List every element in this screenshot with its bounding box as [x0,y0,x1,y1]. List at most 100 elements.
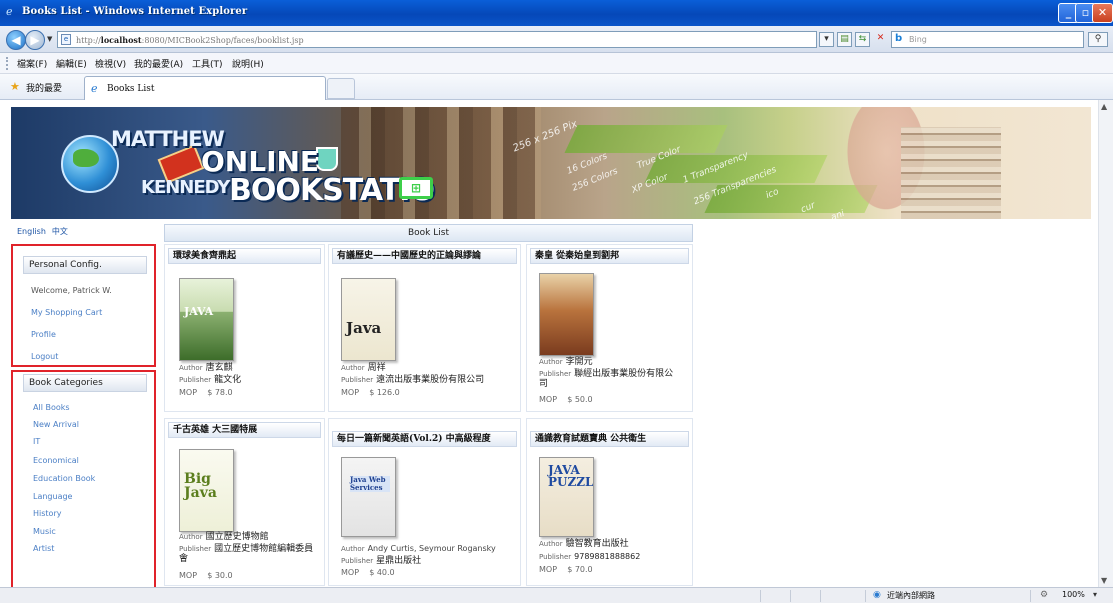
menu-view[interactable]: 檢視(V) [95,57,126,70]
logout-link[interactable]: Logout [31,352,58,361]
book-categories-title: Book Categories [23,374,147,392]
zoom-level[interactable]: 100% [1062,590,1085,599]
book-cover-image[interactable]: Java Web Services [341,457,396,537]
category-economical[interactable]: Economical [33,456,79,465]
book-title[interactable]: 千古英雄 大三國特展 [168,422,321,438]
book-title[interactable]: 通識教育試題寶典 公共衛生 [530,431,689,447]
lang-chinese-link[interactable]: 中文 [52,227,68,236]
book-price: MOP $ 70.0 [539,565,593,574]
search-input[interactable]: b Bing [891,31,1084,48]
category-education-book[interactable]: Education Book [33,474,95,483]
menu-edit[interactable]: 編輯(E) [56,57,87,70]
book-author: Author 驗智教育出版社 [539,539,629,549]
welcome-text: Welcome, Patrick W. [31,286,112,295]
personal-config-panel: Personal Config. Welcome, Patrick W. My … [11,244,156,367]
book-cover-image[interactable]: Java [341,278,396,361]
new-tab-button[interactable] [327,78,355,99]
globe-land [73,149,99,167]
book-card[interactable]: 通識教育試題寶典 公共衛生 JAVA PUZZLERS Author驗智教育出版… [526,418,693,586]
personal-config-title: Personal Config. [23,256,147,274]
book-card[interactable]: 千古英雄 大三國特展 Big Java Author 國立歷史博物館 Publis… [164,418,325,586]
book-cover-image[interactable]: JAVA PUZZLERS [539,457,594,537]
book-publisher: Publisher 龍文化 [179,375,242,385]
stop-icon[interactable]: ✕ [873,32,888,47]
menu-help[interactable]: 說明(H) [232,57,264,70]
close-button[interactable]: ✕ [1092,3,1113,23]
book-card[interactable]: 環球美食齊鼎起 JAVA Author 唐玄麒 Publisher 龍文化 MOP … [164,244,325,412]
category-artist[interactable]: Artist [33,544,54,553]
protected-mode-icon[interactable]: ⚙ [1040,590,1048,600]
book-price: MOP $ 50.0 [539,395,593,404]
back-button[interactable]: ◀ [6,30,26,50]
address-dropdown-icon[interactable]: ▾ [819,32,834,47]
address-input[interactable]: e http://localhost:8080/MICBook2Shop/fac… [57,31,817,48]
forward-button[interactable]: ▶ [25,30,45,50]
ie-page-icon: ℯ [91,82,98,95]
vertical-scrollbar[interactable]: ▲ ▼ [1098,100,1113,587]
site-banner: MATTHEW ONLINE KENNEDY BOOKSTATIO ⊞ 256 … [11,107,1091,219]
history-dropdown-icon[interactable]: ▼ [47,35,52,43]
lang-english-link[interactable]: English [17,227,46,236]
category-it[interactable]: IT [33,437,40,446]
security-zone[interactable]: 近端內部網路 [887,590,935,601]
scroll-up-icon[interactable]: ▲ [1101,102,1107,111]
language-switch: English 中文 [17,226,68,237]
book-cover-image[interactable] [539,273,594,356]
menu-favorites[interactable]: 我的最愛(A) [134,57,183,70]
book-publisher: Publisher 星鼎出版社 [341,556,422,566]
book-publisher: Publisher 9789881888862 [539,552,641,561]
url-text[interactable]: http://localhost:8080/MICBook2Shop/faces… [76,35,304,45]
book-list-title: Book List [164,224,693,242]
toolbar-grip[interactable] [6,57,8,70]
book-author: Author 唐玄麒 [179,363,233,373]
book-author: Author 周祥 [341,363,386,373]
bing-icon: b [895,33,903,44]
book-title[interactable]: 每日一篇新聞英語(Vol.2) 中高級程度 [332,431,517,447]
logo-kennedy: KENNEDY [141,177,230,198]
menu-file[interactable]: 檔案(F) [17,57,47,70]
category-all-books[interactable]: All Books [33,403,70,412]
window-title: Books List - Windows Internet Explorer [22,6,248,17]
status-divider [790,590,791,602]
book-price: MOP $ 40.0 [341,568,395,577]
menu-bar: 檔案(F) 編輯(E) 檢視(V) 我的最愛(A) 工具(T) 說明(H) [0,53,1113,74]
intranet-zone-icon: ◉ [873,590,881,600]
favorites-bar: ★ 我的最愛 ℯ Books List [0,74,1113,100]
zoom-dropdown-icon[interactable]: ▾ [1093,590,1097,599]
book-title[interactable]: 環球美食齊鼎起 [168,248,321,264]
book-cover-image[interactable]: Big Java [179,449,234,532]
address-toolbar: ◀ ▶ ▼ e http://localhost:8080/MICBook2Sh… [0,26,1113,53]
status-bar: ◉ 近端內部網路 ⚙ 100% ▾ [0,587,1113,603]
cup-icon [316,147,338,171]
favorites-star-icon[interactable]: ★ [10,80,20,93]
menu-tools[interactable]: 工具(T) [192,57,223,70]
book-title[interactable]: 有議歷史——中國歷史的正論與謬論 [332,248,517,264]
category-history[interactable]: History [33,509,61,518]
compatibility-view-icon[interactable]: ▤ [837,32,852,47]
book-cover-image[interactable]: JAVA [179,278,234,361]
book-title[interactable]: 秦皇 從秦始皇到劉邦 [530,248,689,264]
page-icon: e [61,34,71,45]
book-price: MOP $ 30.0 [179,571,233,580]
book-card[interactable]: 每日一篇新聞英語(Vol.2) 中高級程度 Java Web Services … [328,418,521,586]
status-divider [820,590,821,602]
book-card[interactable]: 秦皇 從秦始皇到劉邦 Author 李開元 Publisher 聯經出版事業股份有限… [526,244,693,412]
scroll-down-icon[interactable]: ▼ [1101,576,1107,585]
shopping-cart-link[interactable]: My Shopping Cart [31,308,102,317]
book-publisher: Publisher 遠流出版事業股份有限公司 [341,375,485,385]
status-divider [865,590,866,602]
banner-stripe [564,125,728,153]
profile-link[interactable]: Profile [31,330,56,339]
category-music[interactable]: Music [33,527,56,536]
category-language[interactable]: Language [33,492,72,501]
favorites-button[interactable]: 我的最愛 [26,81,62,94]
book-categories-panel: Book Categories All Books New Arrival IT… [11,370,156,596]
book-card[interactable]: 有議歷史——中國歷史的正論與謬論 Java Author 周祥 Publisher… [328,244,521,412]
book-author: Author 李開元 [539,357,593,367]
banner-book-stack [901,127,1001,219]
category-new-arrival[interactable]: New Arrival [33,420,79,429]
refresh-icon[interactable]: ⇆ [855,32,870,47]
ie-icon: ℯ [6,5,13,18]
search-button[interactable]: ⚲ [1088,32,1108,47]
tab-books-list[interactable]: ℯ Books List [84,76,326,100]
